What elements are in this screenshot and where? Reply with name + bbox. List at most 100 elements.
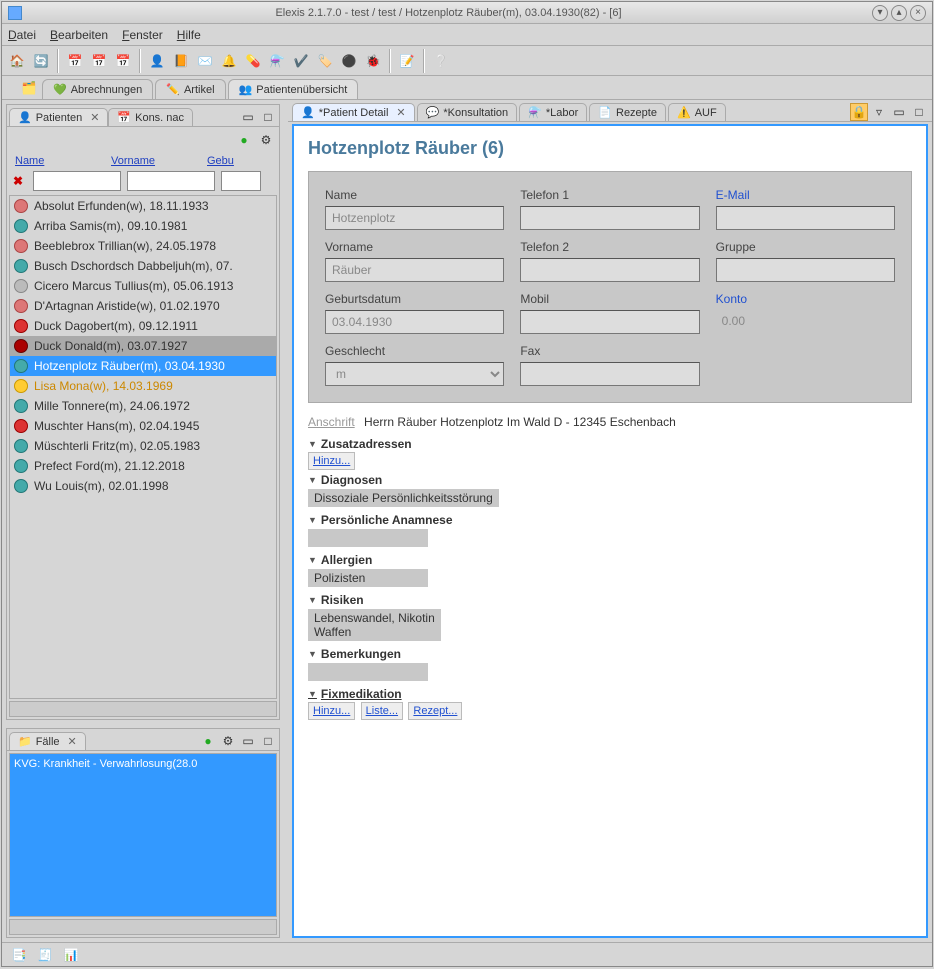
- col-name[interactable]: Name: [15, 155, 105, 167]
- tag-icon[interactable]: 🏷️: [314, 50, 336, 72]
- value-allergien[interactable]: Polizisten: [308, 569, 428, 587]
- lock-icon[interactable]: 🔒: [850, 103, 868, 121]
- patient-row[interactable]: Muschter Hans(m), 02.04.1945: [10, 416, 276, 436]
- dot-icon[interactable]: ⚫: [338, 50, 360, 72]
- menu-help[interactable]: Hilfe: [177, 28, 201, 42]
- patient-list[interactable]: Absolut Erfunden(w), 18.11.1933Arriba Sa…: [9, 195, 277, 699]
- btn-hinzu-med[interactable]: Hinzu...: [308, 702, 355, 720]
- patient-row[interactable]: Arriba Samis(m), 09.10.1981: [10, 216, 276, 236]
- section-allergien[interactable]: ▼Allergien: [308, 553, 912, 567]
- patient-row[interactable]: Wu Louis(m), 02.01.1998: [10, 476, 276, 496]
- input-email[interactable]: [716, 206, 895, 230]
- maximize-view-icon[interactable]: □: [259, 732, 277, 750]
- book-icon[interactable]: 📙: [170, 50, 192, 72]
- input-geb[interactable]: [325, 310, 504, 334]
- patient-row[interactable]: Hotzenplotz Räuber(m), 03.04.1930: [10, 356, 276, 376]
- mail-icon[interactable]: ✉️: [194, 50, 216, 72]
- patient-row[interactable]: D'Artagnan Aristide(w), 01.02.1970: [10, 296, 276, 316]
- patient-row[interactable]: Duck Dagobert(m), 09.12.1911: [10, 316, 276, 336]
- tab-auf[interactable]: ⚠️ AUF: [668, 103, 726, 121]
- minimize-view-icon[interactable]: ▭: [239, 108, 257, 126]
- col-vorname[interactable]: Vorname: [111, 155, 201, 167]
- section-bemerkungen[interactable]: ▼Bemerkungen: [308, 647, 912, 661]
- tab-artikel[interactable]: ✏️ Artikel: [155, 79, 225, 99]
- view-menu-icon[interactable]: ▿: [870, 103, 888, 121]
- h-scrollbar[interactable]: [9, 701, 277, 717]
- input-tel2[interactable]: [520, 258, 699, 282]
- tab-konsultation[interactable]: 💬 *Konsultation: [417, 103, 518, 121]
- section-zusatzadressen[interactable]: ▼Zusatzadressen: [308, 437, 912, 451]
- label-email[interactable]: E-Mail: [716, 188, 895, 202]
- refresh-icon[interactable]: 🔄: [30, 50, 52, 72]
- select-geschl[interactable]: m: [325, 362, 504, 386]
- home-icon[interactable]: 🏠: [6, 50, 28, 72]
- filter-icon[interactable]: ⚙: [257, 131, 275, 149]
- clear-filter-icon[interactable]: ✖: [13, 174, 27, 188]
- menu-file[interactable]: Datei: [8, 28, 36, 42]
- maximize-button[interactable]: ▴: [891, 5, 907, 21]
- input-gruppe[interactable]: [716, 258, 895, 282]
- tab-abrechnungen[interactable]: 💚 Abrechnungen: [42, 79, 153, 99]
- user-icon[interactable]: 👤: [146, 50, 168, 72]
- patient-row[interactable]: Busch Dschordsch Dabbeljuh(m), 07.: [10, 256, 276, 276]
- btn-hinzu-adresse[interactable]: Hinzu...: [308, 452, 355, 470]
- filter-name-input[interactable]: [33, 171, 121, 191]
- add-case-icon[interactable]: ●: [199, 732, 217, 750]
- btn-liste-med[interactable]: Liste...: [361, 702, 403, 720]
- section-anamnese[interactable]: ▼Persönliche Anamnese: [308, 513, 912, 527]
- help-icon[interactable]: ❔: [430, 50, 452, 72]
- close-icon[interactable]: ✕: [68, 735, 77, 748]
- col-geb[interactable]: Gebu: [207, 155, 234, 167]
- close-icon[interactable]: ✕: [396, 106, 405, 119]
- input-mobil[interactable]: [520, 310, 699, 334]
- label-konto[interactable]: Konto: [716, 292, 895, 306]
- value-risiken[interactable]: Lebenswandel, Nikotin Waffen: [308, 609, 441, 641]
- section-diagnosen[interactable]: ▼Diagnosen: [308, 473, 912, 487]
- tab-patientenuebersicht[interactable]: 👥 Patientenübersicht: [228, 79, 359, 99]
- patient-row[interactable]: Beeblebrox Trillian(w), 24.05.1978: [10, 236, 276, 256]
- value-anamnese[interactable]: [308, 529, 428, 547]
- flask-icon[interactable]: ⚗️: [266, 50, 288, 72]
- patient-row[interactable]: Duck Donald(m), 03.07.1927: [10, 336, 276, 356]
- tab-patient-detail[interactable]: 👤 *Patient Detail ✕: [292, 103, 415, 121]
- note-icon[interactable]: 📝: [396, 50, 418, 72]
- menu-edit[interactable]: Bearbeiten: [50, 28, 108, 42]
- patient-row[interactable]: Mille Tonnere(m), 24.06.1972: [10, 396, 276, 416]
- patient-row[interactable]: Lisa Mona(w), 14.03.1969: [10, 376, 276, 396]
- case-item[interactable]: KVG: Krankheit - Verwahrlosung(28.0: [14, 758, 272, 770]
- check-icon[interactable]: ✔️: [290, 50, 312, 72]
- calendar3-icon[interactable]: 📅: [112, 50, 134, 72]
- case-menu-icon[interactable]: ⚙: [219, 732, 237, 750]
- value-bemerkungen[interactable]: [308, 663, 428, 681]
- patient-row[interactable]: Absolut Erfunden(w), 18.11.1933: [10, 196, 276, 216]
- bug-icon[interactable]: 🐞: [362, 50, 384, 72]
- tab-patienten[interactable]: 👤 Patienten ✕: [9, 108, 108, 126]
- filter-vorname-input[interactable]: [127, 171, 215, 191]
- tab-kons-nac[interactable]: 📅 Kons. nac: [108, 108, 193, 126]
- tab-labor[interactable]: ⚗️ *Labor: [519, 103, 587, 121]
- btn-rezept-med[interactable]: Rezept...: [408, 702, 462, 720]
- section-fixmedikation[interactable]: ▼Fixmedikation: [308, 687, 912, 701]
- menu-window[interactable]: Fenster: [122, 28, 163, 42]
- maximize-view-icon[interactable]: □: [259, 108, 277, 126]
- case-list[interactable]: KVG: Krankheit - Verwahrlosung(28.0: [9, 753, 277, 917]
- status-icon-3[interactable]: 📊: [62, 946, 80, 964]
- calendar2-icon[interactable]: 📅: [88, 50, 110, 72]
- patient-row[interactable]: Cicero Marcus Tullius(m), 05.06.1913: [10, 276, 276, 296]
- filter-geb-input[interactable]: [221, 171, 261, 191]
- input-name[interactable]: [325, 206, 504, 230]
- h-scrollbar[interactable]: [9, 919, 277, 935]
- close-icon[interactable]: ✕: [90, 111, 99, 124]
- input-tel1[interactable]: [520, 206, 699, 230]
- tab-rezepte[interactable]: 📄 Rezepte: [589, 103, 666, 121]
- input-vorname[interactable]: [325, 258, 504, 282]
- calendar-icon[interactable]: 📅: [64, 50, 86, 72]
- status-icon-2[interactable]: 🧾: [36, 946, 54, 964]
- tab-faelle[interactable]: 📁 Fälle ✕: [9, 732, 86, 750]
- close-button[interactable]: ×: [910, 5, 926, 21]
- patient-row[interactable]: Prefect Ford(m), 21.12.2018: [10, 456, 276, 476]
- patient-row[interactable]: Müschterli Fritz(m), 02.05.1983: [10, 436, 276, 456]
- maximize-view-icon[interactable]: □: [910, 103, 928, 121]
- input-fax[interactable]: [520, 362, 699, 386]
- value-diagnosen[interactable]: Dissoziale Persönlichkeitsstörung: [308, 489, 499, 507]
